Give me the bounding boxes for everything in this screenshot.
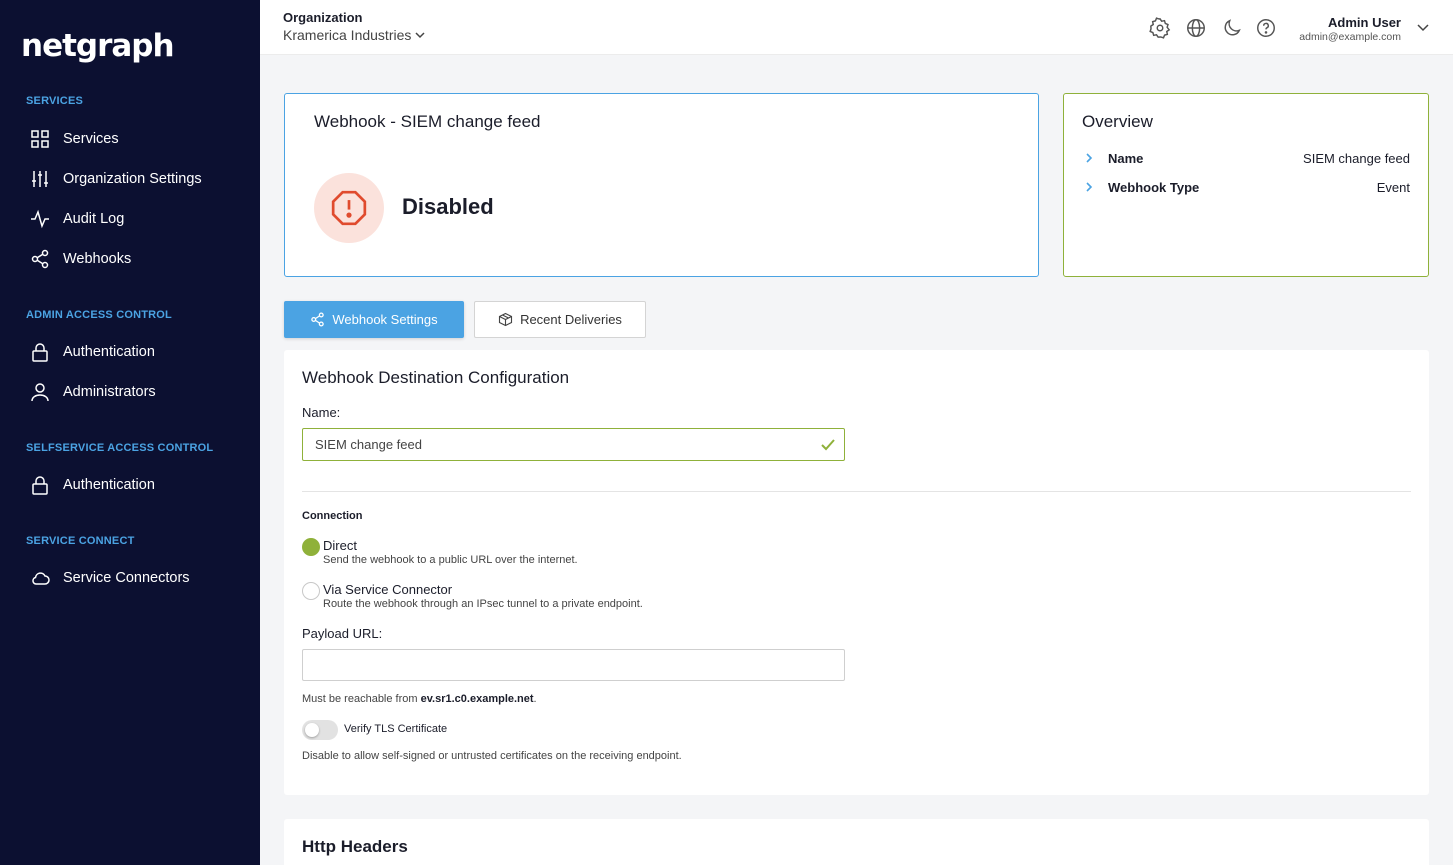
- sidebar-item-organization-settings[interactable]: Organization Settings: [30, 167, 202, 191]
- chevron-right-icon: [1086, 182, 1093, 192]
- overview-value: Event: [1376, 179, 1410, 195]
- chevron-down-icon: [415, 32, 425, 39]
- radio-direct[interactable]: [302, 538, 320, 556]
- tab-label: Recent Deliveries: [520, 312, 622, 327]
- top-header: Organization Kramerica Industries Admin …: [260, 0, 1453, 55]
- radio-via-service-connector[interactable]: [302, 582, 320, 600]
- name-label: Name:: [302, 405, 341, 420]
- sidebar-item-selfservice-authentication[interactable]: Authentication: [30, 473, 155, 497]
- overview-row-name[interactable]: Name SIEM change feed: [1082, 148, 1410, 168]
- http-headers-panel: Http Headers: [284, 819, 1429, 865]
- sidebar-item-label: Organization Settings: [63, 171, 202, 187]
- chevron-right-icon: [1086, 153, 1093, 163]
- hint-suffix: .: [533, 693, 537, 705]
- hint-host: ev.sr1.c0.example.net: [420, 693, 534, 705]
- section-title-selfservice-access-control: SELFSERVICE ACCESS CONTROL: [26, 442, 214, 454]
- cloud-icon: [32, 572, 50, 585]
- grid-icon: [31, 130, 49, 148]
- verify-tls-toggle[interactable]: [302, 720, 338, 740]
- tab-webhook-settings[interactable]: Webhook Settings: [284, 301, 464, 338]
- globe-icon[interactable]: [1185, 17, 1207, 39]
- radio-service-connector-title: Via Service Connector: [323, 582, 453, 597]
- tab-label: Webhook Settings: [332, 312, 438, 327]
- lock-icon: [32, 476, 48, 495]
- chevron-down-icon[interactable]: [1416, 20, 1430, 34]
- overview-row-webhook-type[interactable]: Webhook Type Event: [1082, 177, 1410, 197]
- org-selector[interactable]: Kramerica Industries: [283, 27, 426, 43]
- radio-direct-desc: Send the webhook to a public URL over th…: [323, 554, 578, 566]
- overview-key: Name: [1108, 150, 1144, 166]
- toggle-knob: [305, 723, 319, 737]
- sidebar-item-services[interactable]: Services: [30, 127, 119, 151]
- section-title-services: SERVICES: [26, 95, 84, 107]
- webhook-title: Webhook - SIEM change feed: [314, 112, 541, 131]
- sidebar-item-admin-authentication[interactable]: Authentication: [30, 340, 155, 364]
- webhook-status-card: Webhook - SIEM change feed Disabled: [284, 93, 1039, 277]
- radio-service-connector-desc: Route the webhook through an IPsec tunne…: [323, 598, 643, 610]
- sidebar-item-webhooks[interactable]: Webhooks: [30, 247, 131, 271]
- org-value: Kramerica Industries: [283, 27, 412, 43]
- verify-tls-label: Verify TLS Certificate: [344, 723, 448, 735]
- name-value: SIEM change feed: [315, 437, 422, 452]
- sliders-icon: [32, 171, 48, 187]
- help-icon[interactable]: [1255, 17, 1277, 39]
- sidebar-item-label: Authentication: [63, 344, 155, 360]
- section-title-service-connect: SERVICE CONNECT: [26, 535, 135, 547]
- sidebar-item-label: Audit Log: [63, 211, 125, 227]
- sidebar-item-label: Service Connectors: [63, 570, 190, 586]
- hint-prefix: Must be reachable from: [302, 693, 421, 705]
- moon-icon[interactable]: [1221, 17, 1243, 39]
- payload-url-label: Payload URL:: [302, 626, 383, 641]
- panel-title: Http Headers: [302, 837, 408, 856]
- panel-title: Webhook Destination Configuration: [302, 368, 570, 387]
- share-icon: [311, 312, 325, 327]
- overview-title: Overview: [1082, 112, 1153, 131]
- payload-url-hint: Must be reachable from ev.sr1.c0.example…: [302, 693, 537, 705]
- user-email: admin@example.com: [1299, 31, 1401, 43]
- divider: [302, 491, 1411, 492]
- sidebar-item-administrators[interactable]: Administrators: [30, 380, 156, 404]
- tls-hint: Disable to allow self-signed or untruste…: [302, 750, 682, 762]
- sidebar-item-label: Services: [63, 131, 119, 147]
- radio-direct-title: Direct: [323, 538, 357, 553]
- tab-recent-deliveries[interactable]: Recent Deliveries: [474, 301, 646, 338]
- check-icon: [821, 439, 835, 451]
- section-title-admin-access-control: ADMIN ACCESS CONTROL: [26, 309, 172, 321]
- package-icon: [499, 312, 513, 327]
- user-name[interactable]: Admin User: [1328, 15, 1401, 30]
- sidebar-item-label: Administrators: [63, 384, 156, 400]
- lock-icon: [32, 343, 48, 362]
- status-indicator: [314, 173, 384, 243]
- alert-octagon-icon: [331, 190, 367, 226]
- sidebar-item-label: Authentication: [63, 477, 155, 493]
- org-label: Organization: [283, 10, 363, 25]
- payload-url-input[interactable]: [302, 649, 845, 681]
- status-text: Disabled: [402, 194, 494, 219]
- webhook-config-panel: Webhook Destination Configuration Name: …: [284, 350, 1429, 795]
- user-icon: [31, 383, 49, 402]
- sidebar-item-service-connectors[interactable]: Service Connectors: [30, 566, 190, 590]
- netgraph-logo[interactable]: netgraph: [21, 28, 175, 64]
- overview-card: Overview Name SIEM change feed Webhook T…: [1063, 93, 1429, 277]
- sidebar-item-audit-log[interactable]: Audit Log: [30, 207, 124, 231]
- activity-icon: [31, 209, 49, 229]
- overview-key: Webhook Type: [1108, 179, 1200, 195]
- sidebar: netgraph SERVICES Services Organization …: [0, 0, 260, 865]
- sidebar-item-label: Webhooks: [63, 251, 132, 267]
- name-field[interactable]: SIEM change feed: [302, 428, 845, 461]
- connection-label: Connection: [302, 510, 363, 522]
- gear-icon[interactable]: [1149, 17, 1171, 39]
- overview-value: SIEM change feed: [1303, 150, 1410, 166]
- share-icon: [31, 249, 49, 269]
